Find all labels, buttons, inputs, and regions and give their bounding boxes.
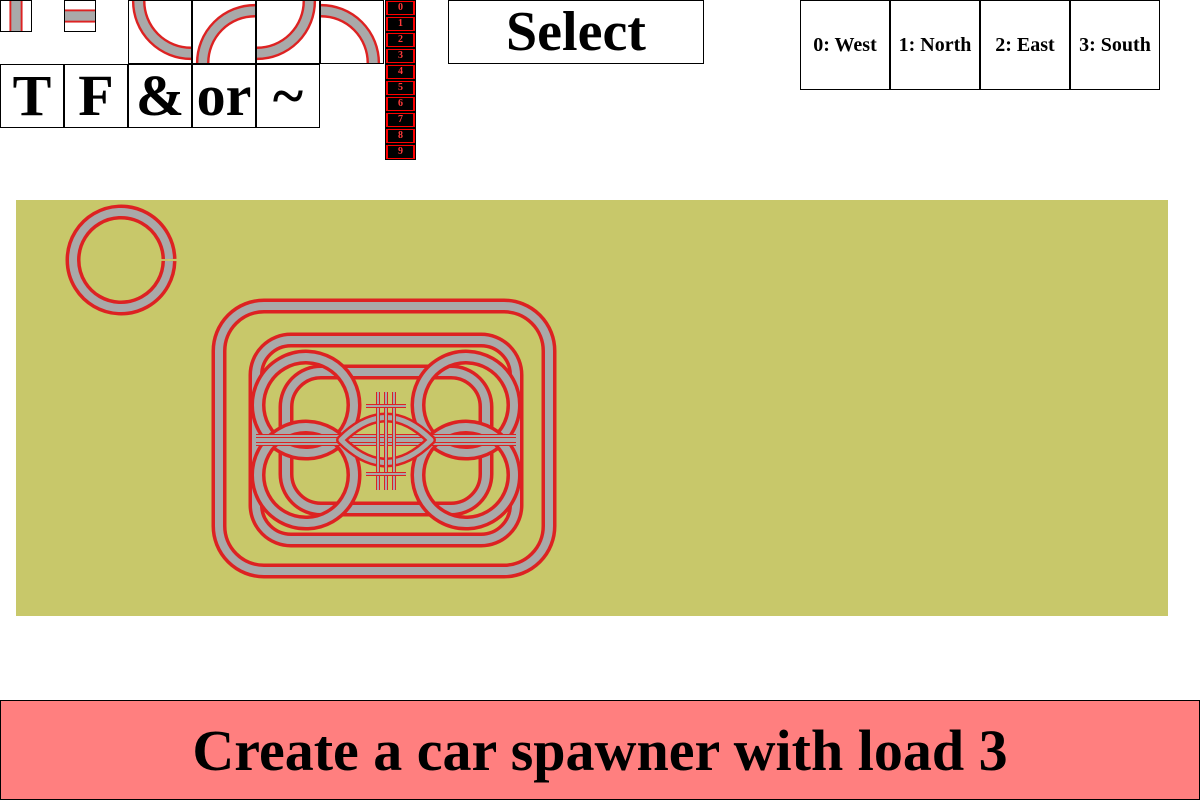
vertical-straight-track-tool[interactable] — [0, 0, 32, 32]
curve-track-south-east-icon — [195, 3, 255, 63]
number-label: 1 — [398, 18, 403, 29]
game-board[interactable] — [16, 200, 1168, 616]
number-label: 2 — [398, 34, 403, 45]
number-label: 5 — [398, 82, 403, 93]
curve-track-south-west-tool[interactable] — [320, 0, 384, 64]
number-button-0[interactable]: 0 — [385, 0, 416, 16]
curve-track-north-west-tool[interactable] — [256, 0, 320, 64]
horizontal-straight-track-icon — [65, 9, 95, 23]
track-layout — [65, 204, 557, 579]
number-button-1[interactable]: 1 — [385, 16, 416, 32]
number-button-2[interactable]: 2 — [385, 32, 416, 48]
number-label: 3 — [398, 50, 403, 61]
curve-track-south-west-icon — [321, 3, 381, 63]
number-label: 9 — [398, 146, 403, 157]
logic-false-button[interactable]: F — [64, 64, 128, 128]
vertical-straight-track-icon — [9, 1, 23, 31]
select-button[interactable]: Select — [448, 0, 704, 64]
number-button-7[interactable]: 7 — [385, 112, 416, 128]
number-button-4[interactable]: 4 — [385, 64, 416, 80]
number-button-6[interactable]: 6 — [385, 96, 416, 112]
direction-west-button[interactable]: 0: West — [800, 0, 890, 90]
direction-east-button[interactable]: 2: East — [980, 0, 1070, 90]
curve-track-south-east-tool[interactable] — [192, 0, 256, 64]
number-button-8[interactable]: 8 — [385, 128, 416, 144]
number-button-3[interactable]: 3 — [385, 48, 416, 64]
number-button-5[interactable]: 5 — [385, 80, 416, 96]
number-label: 4 — [398, 66, 403, 77]
track-loop — [69, 208, 173, 312]
curve-track-north-east-icon — [131, 1, 191, 61]
number-label: 6 — [398, 98, 403, 109]
curve-track-north-west-icon — [257, 1, 317, 61]
instruction-banner: Create a car spawner with load 3 — [0, 700, 1200, 800]
number-button-9[interactable]: 9 — [385, 144, 416, 160]
number-label: 8 — [398, 130, 403, 141]
direction-north-button[interactable]: 1: North — [890, 0, 980, 90]
horizontal-straight-track-tool[interactable] — [64, 0, 96, 32]
logic-or-button[interactable]: or — [192, 64, 256, 128]
logic-and-button[interactable]: & — [128, 64, 192, 128]
number-label: 7 — [398, 114, 403, 125]
logic-not-button[interactable]: ~ — [256, 64, 320, 128]
number-label: 0 — [398, 2, 403, 13]
curve-track-north-east-tool[interactable] — [128, 0, 192, 64]
logic-true-button[interactable]: T — [0, 64, 64, 128]
direction-south-button[interactable]: 3: South — [1070, 0, 1160, 90]
